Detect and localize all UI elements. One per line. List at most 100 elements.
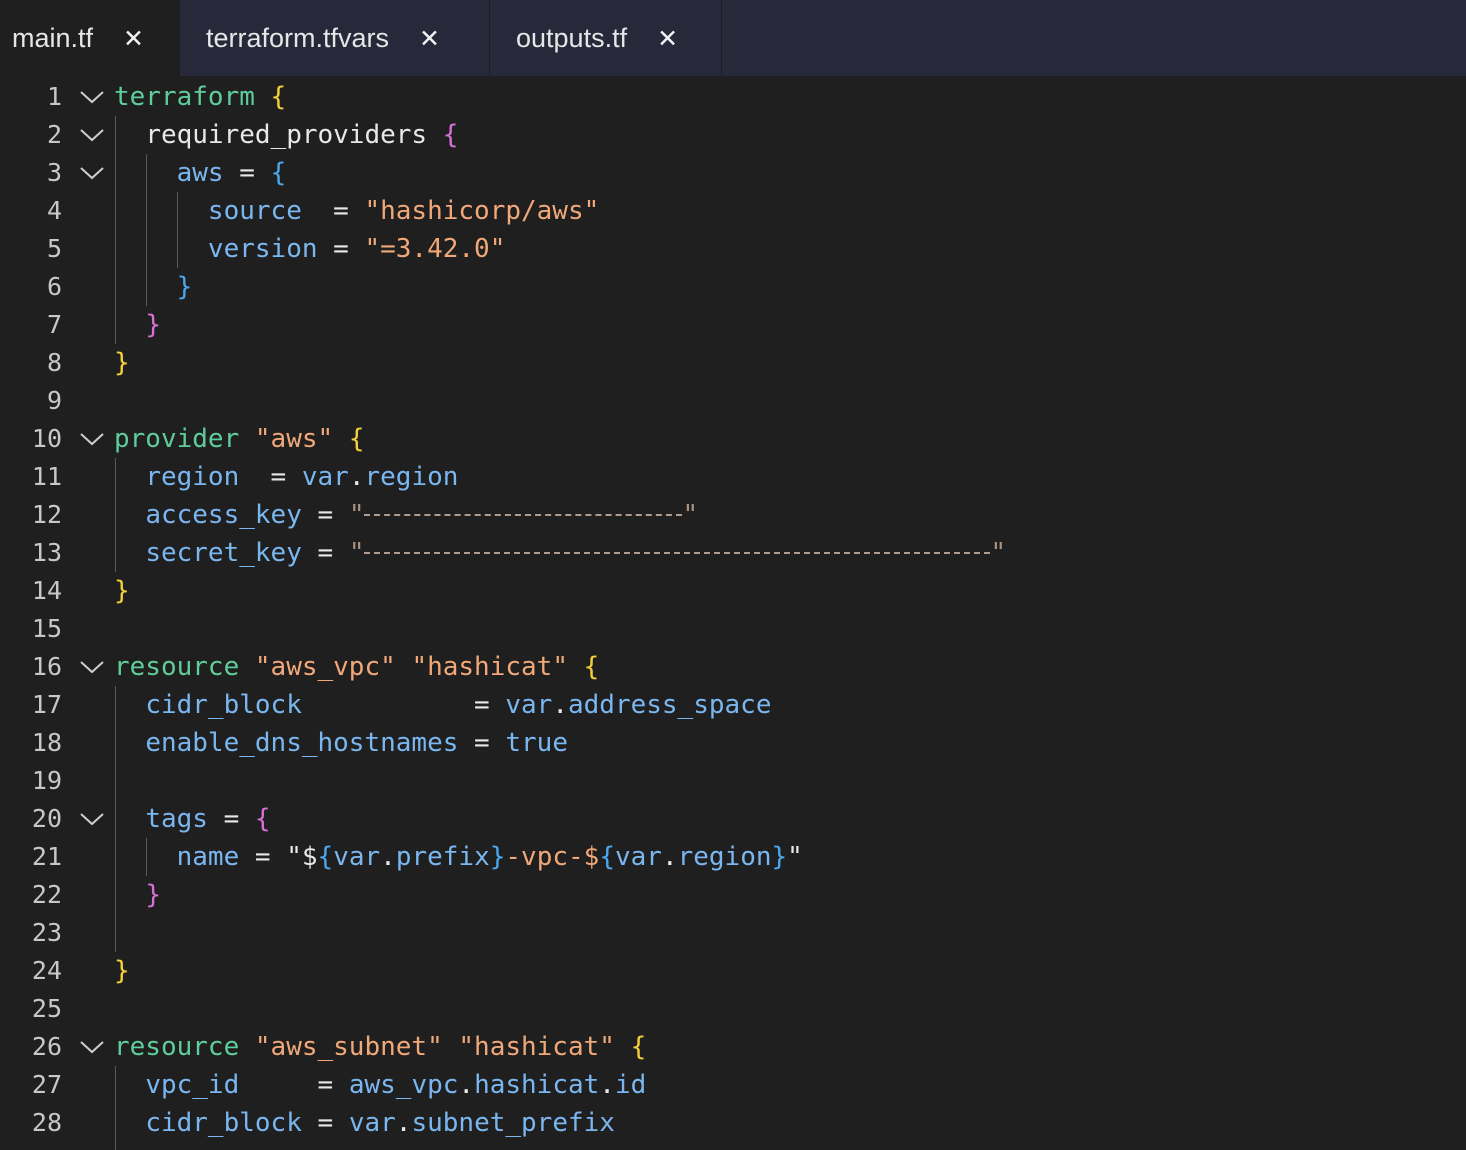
code-line: 28 cidr_block = var.subnet_prefix <box>0 1104 1466 1142</box>
line-number: 3 <box>46 158 62 187</box>
string: "hashicat" <box>411 652 568 682</box>
code-line: 13 secret_key = " " <box>0 534 1466 572</box>
dot: . <box>661 842 678 872</box>
chevron-down-icon[interactable] <box>78 165 106 181</box>
close-icon[interactable]: ✕ <box>419 24 440 53</box>
variable: prefix <box>395 842 490 872</box>
string-part: " <box>787 842 803 872</box>
bracket: { <box>630 1032 647 1062</box>
line-number: 24 <box>31 956 62 985</box>
dot: . <box>348 462 365 492</box>
attribute: region <box>145 462 240 492</box>
line-number: 23 <box>31 918 62 947</box>
code-line: 12 access_key = " " <box>0 496 1466 534</box>
code-line: 26 resource "aws_subnet" "hashicat" { <box>0 1028 1466 1066</box>
attribute: enable_dns_hostnames <box>145 728 459 758</box>
tab-label: main.tf <box>12 22 94 53</box>
line-number: 7 <box>46 310 62 339</box>
string: "=3.42.0" <box>364 234 506 264</box>
quote: " <box>348 500 365 530</box>
variable: var <box>333 842 381 872</box>
code-line: 23 <box>0 914 1466 952</box>
line-number: 22 <box>31 880 62 909</box>
code-editor[interactable]: 1 terraform { 2 required_providers { 3 a… <box>0 78 1466 1150</box>
operator: = <box>223 804 240 834</box>
code-line: 24 } <box>0 952 1466 990</box>
code-line: 21 name = "${var.prefix}-vpc-${var.regio… <box>0 838 1466 876</box>
bracket: { <box>270 158 287 188</box>
code-line: 11 region = var.region <box>0 458 1466 496</box>
variable: var <box>301 462 349 492</box>
tab-outputs-tf[interactable]: outputs.tf ✕ <box>490 0 722 76</box>
bracket: { <box>254 804 271 834</box>
boolean: true <box>505 728 568 758</box>
code-line: 19 <box>0 762 1466 800</box>
redacted-string: " " <box>349 500 698 530</box>
close-icon[interactable]: ✕ <box>657 24 678 53</box>
variable: var <box>348 1108 396 1138</box>
line-number: 28 <box>31 1108 62 1137</box>
block-name: required_providers <box>145 120 428 150</box>
variable: hashicat <box>474 1070 600 1100</box>
line-number: 12 <box>31 500 62 529</box>
attribute: source <box>207 196 302 226</box>
quote: " <box>990 538 1007 568</box>
dot: . <box>380 842 396 872</box>
code-line: 17 cidr_block = var.address_space <box>0 686 1466 724</box>
operator: = <box>333 196 349 226</box>
line-number: 27 <box>31 1070 62 1099</box>
bracket: } <box>771 842 788 872</box>
code-line: 2 required_providers { <box>0 116 1466 154</box>
dot: . <box>395 1108 412 1138</box>
chevron-down-icon[interactable] <box>78 89 106 105</box>
bracket: } <box>145 880 161 910</box>
chevron-down-icon[interactable] <box>78 1039 106 1055</box>
attribute: access_key <box>145 500 302 530</box>
operator: = <box>474 728 490 758</box>
dot: . <box>458 1070 475 1100</box>
bracket: } <box>114 576 130 606</box>
line-number: 26 <box>31 1032 62 1061</box>
line-number: 6 <box>46 272 62 301</box>
dot: . <box>552 690 568 720</box>
line-number: 11 <box>31 462 62 491</box>
line-number: 5 <box>46 234 62 263</box>
variable: aws_vpc <box>348 1070 459 1100</box>
code-line: 14 } <box>0 572 1466 610</box>
tab-main-tf[interactable]: main.tf ✕ <box>0 0 180 76</box>
keyword: provider <box>114 424 240 454</box>
close-icon[interactable]: ✕ <box>123 24 144 53</box>
keyword: resource <box>114 1032 240 1062</box>
code-line: 1 terraform { <box>0 78 1466 116</box>
bracket: { <box>317 842 334 872</box>
chevron-down-icon[interactable] <box>78 811 106 827</box>
tab-terraform-tfvars[interactable]: terraform.tfvars ✕ <box>180 0 490 76</box>
tab-label: outputs.tf <box>516 22 628 53</box>
chevron-down-icon[interactable] <box>78 431 106 447</box>
string-part: "$ <box>286 842 318 872</box>
string: "hashicat" <box>458 1032 615 1062</box>
dot: . <box>599 1070 615 1100</box>
chevron-down-icon[interactable] <box>78 659 106 675</box>
code-line: 18 enable_dns_hostnames = true <box>0 724 1466 762</box>
bracket: { <box>583 652 600 682</box>
operator: = <box>317 500 334 530</box>
attribute: name <box>176 842 240 872</box>
line-number: 15 <box>31 614 62 643</box>
operator: = <box>317 1070 334 1100</box>
code-line: 5 version = "=3.42.0" <box>0 230 1466 268</box>
chevron-down-icon[interactable] <box>78 127 106 143</box>
quote: " <box>348 538 365 568</box>
code-line: 9 <box>0 382 1466 420</box>
operator: = <box>254 842 271 872</box>
code-line: 4 source = "hashicorp/aws" <box>0 192 1466 230</box>
line-number: 16 <box>31 652 62 681</box>
bracket: } <box>114 348 130 378</box>
bracket: { <box>599 842 615 872</box>
code-line: 7 } <box>0 306 1466 344</box>
line-number: 8 <box>46 348 62 377</box>
string: "aws" <box>254 424 334 454</box>
bracket: } <box>489 842 506 872</box>
bracket: { <box>442 120 459 150</box>
attribute: aws <box>176 158 224 188</box>
